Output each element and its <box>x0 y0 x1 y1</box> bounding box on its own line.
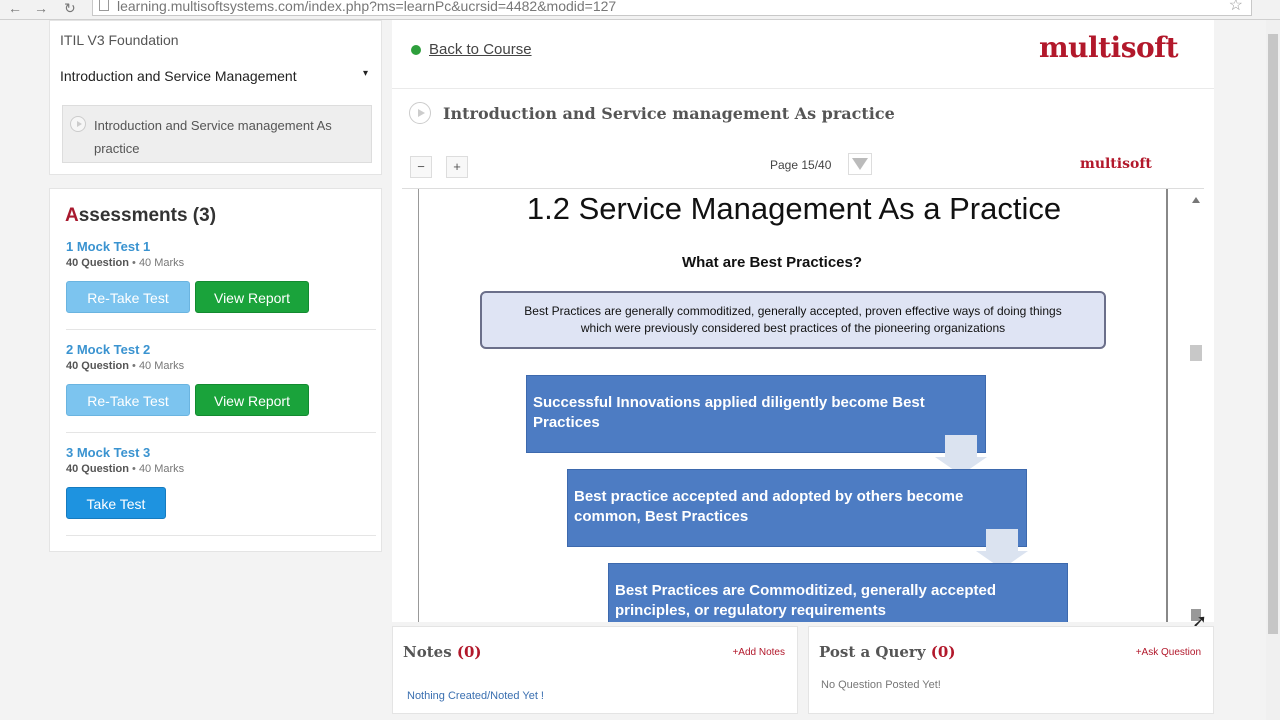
lesson-item[interactable]: Introduction and Service management As p… <box>62 105 372 163</box>
query-title-text: Post a Query <box>819 643 926 661</box>
slide-title: 1.2 Service Management As a Practice <box>526 191 1062 226</box>
play-icon <box>70 116 86 132</box>
retake-test-button[interactable]: Re-Take Test <box>66 384 190 416</box>
zoom-in-icon[interactable]: + <box>446 156 468 178</box>
slide-viewer[interactable]: 1.2 Service Management As a Practice Wha… <box>402 188 1204 622</box>
retake-test-button[interactable]: Re-Take Test <box>66 281 190 313</box>
brand-logo: multisoft <box>1039 31 1179 64</box>
lesson-heading: Introduction and Service management As p… <box>409 102 895 124</box>
view-report-button[interactable]: View Report <box>195 384 309 416</box>
mock-test-item: 2 Mock Test 2 40 Question • 40 Marks Re-… <box>66 342 378 422</box>
query-count: (0) <box>930 643 956 661</box>
take-test-button[interactable]: Take Test <box>66 487 166 519</box>
question-count: 40 Question <box>66 463 129 475</box>
query-title: Post a Query (0) <box>819 643 955 661</box>
flow-step: Successful Innovations applied diligentl… <box>526 375 986 453</box>
notes-title-text: Notes <box>403 643 452 661</box>
slide-subtitle: What are Best Practices? <box>681 254 863 271</box>
question-count: 40 Question <box>66 360 129 372</box>
reload-icon[interactable]: ↻ <box>64 0 76 17</box>
mock-test-link[interactable]: 1 Mock Test 1 <box>66 239 378 254</box>
main-content: Back to Course multisoft Introduction an… <box>392 20 1214 622</box>
notes-empty-text: Nothing Created/Noted Yet ! <box>407 690 544 702</box>
meta-separator: • <box>128 463 139 475</box>
add-notes-link[interactable]: +Add Notes <box>732 647 785 658</box>
flow-step: Best practice accepted and adopted by ot… <box>567 469 1027 547</box>
view-report-button[interactable]: View Report <box>195 281 309 313</box>
course-outline-panel: ITIL V3 Foundation Introduction and Serv… <box>49 20 382 175</box>
assessments-panel: Assessments (3) 1 Mock Test 1 40 Questio… <box>49 188 382 552</box>
flow-step: Best Practices are Commoditized, general… <box>608 563 1068 622</box>
notes-title: Notes (0) <box>403 643 482 661</box>
caret-down-icon: ▾ <box>362 68 368 79</box>
assessments-heading: Assessments (3) <box>65 205 216 227</box>
play-icon <box>409 102 431 124</box>
meta-separator: • <box>128 257 139 269</box>
module-dropdown[interactable]: Introduction and Service Management ▾ <box>60 68 372 84</box>
marks-count: 40 Marks <box>138 257 185 269</box>
course-title: ITIL V3 Foundation <box>60 32 179 48</box>
assessments-heading-rest: ssessments (3) <box>78 205 217 226</box>
address-bar[interactable]: learning.multisoftsystems.com/index.php?… <box>92 0 1252 16</box>
forward-arrow-icon[interactable]: → <box>34 0 48 16</box>
viewer-brand-logo: multisoft <box>1080 156 1152 172</box>
left-sidebar: ITIL V3 Foundation Introduction and Serv… <box>49 20 382 552</box>
definition-line: Best Practices are generally commoditize… <box>524 304 1062 318</box>
bookmark-star-icon[interactable]: ☆ <box>1229 0 1243 15</box>
back-to-course-link[interactable]: Back to Course <box>411 41 532 58</box>
scroll-thumb[interactable] <box>1190 345 1202 361</box>
lesson-label: Introduction and Service management As p… <box>94 118 332 156</box>
page-menu-triangle-icon[interactable] <box>848 153 872 175</box>
divider <box>66 432 376 433</box>
back-to-course-label: Back to Course <box>429 41 532 58</box>
browser-toolbar: ← → ↻ learning.multisoftsystems.com/inde… <box>0 0 1280 20</box>
module-label: Introduction and Service Management <box>60 68 297 84</box>
mock-test-meta: 40 Question • 40 Marks <box>66 257 378 269</box>
page-indicator: Page 15/40 <box>770 158 832 172</box>
slide-page: 1.2 Service Management As a Practice Wha… <box>418 189 1168 622</box>
definition-line: which were previously considered best pr… <box>580 321 1006 335</box>
marks-count: 40 Marks <box>138 360 185 372</box>
query-empty-text: No Question Posted Yet! <box>821 679 941 691</box>
divider <box>392 88 1214 89</box>
divider <box>66 535 376 536</box>
page-icon <box>99 0 109 11</box>
lesson-heading-text: Introduction and Service management As p… <box>443 103 895 123</box>
back-arrow-icon[interactable]: ← <box>8 0 22 16</box>
meta-separator: • <box>128 360 139 372</box>
notes-count: (0) <box>456 643 482 661</box>
ask-question-link[interactable]: +Ask Question <box>1136 647 1201 658</box>
mock-test-meta: 40 Question • 40 Marks <box>66 463 378 475</box>
scroll-up-icon[interactable] <box>1192 197 1200 203</box>
definition-box: Best Practices are generally commoditize… <box>480 291 1106 349</box>
query-panel: Post a Query (0) +Ask Question No Questi… <box>808 626 1214 714</box>
window-scroll-thumb[interactable] <box>1268 34 1278 634</box>
mock-test-link[interactable]: 2 Mock Test 2 <box>66 342 378 357</box>
zoom-out-icon[interactable]: − <box>410 156 432 178</box>
notes-panel: Notes (0) +Add Notes Nothing Created/Not… <box>392 626 798 714</box>
mock-test-link[interactable]: 3 Mock Test 3 <box>66 445 378 460</box>
marks-count: 40 Marks <box>138 463 185 475</box>
url-text: learning.multisoftsystems.com/index.php?… <box>117 0 617 14</box>
mock-test-meta: 40 Question • 40 Marks <box>66 360 378 372</box>
assessments-heading-initial: A <box>65 205 79 226</box>
divider <box>66 329 376 330</box>
window-scrollbar[interactable] <box>1266 20 1280 720</box>
question-count: 40 Question <box>66 257 129 269</box>
viewer-toolbar: − + Page 15/40 multisoft <box>402 148 1204 184</box>
mock-test-item: 1 Mock Test 1 40 Question • 40 Marks Re-… <box>66 239 378 319</box>
green-dot-icon <box>411 44 421 55</box>
mock-test-item: 3 Mock Test 3 40 Question • 40 Marks Tak… <box>66 445 378 525</box>
slide-scrollbar[interactable] <box>1188 189 1204 622</box>
